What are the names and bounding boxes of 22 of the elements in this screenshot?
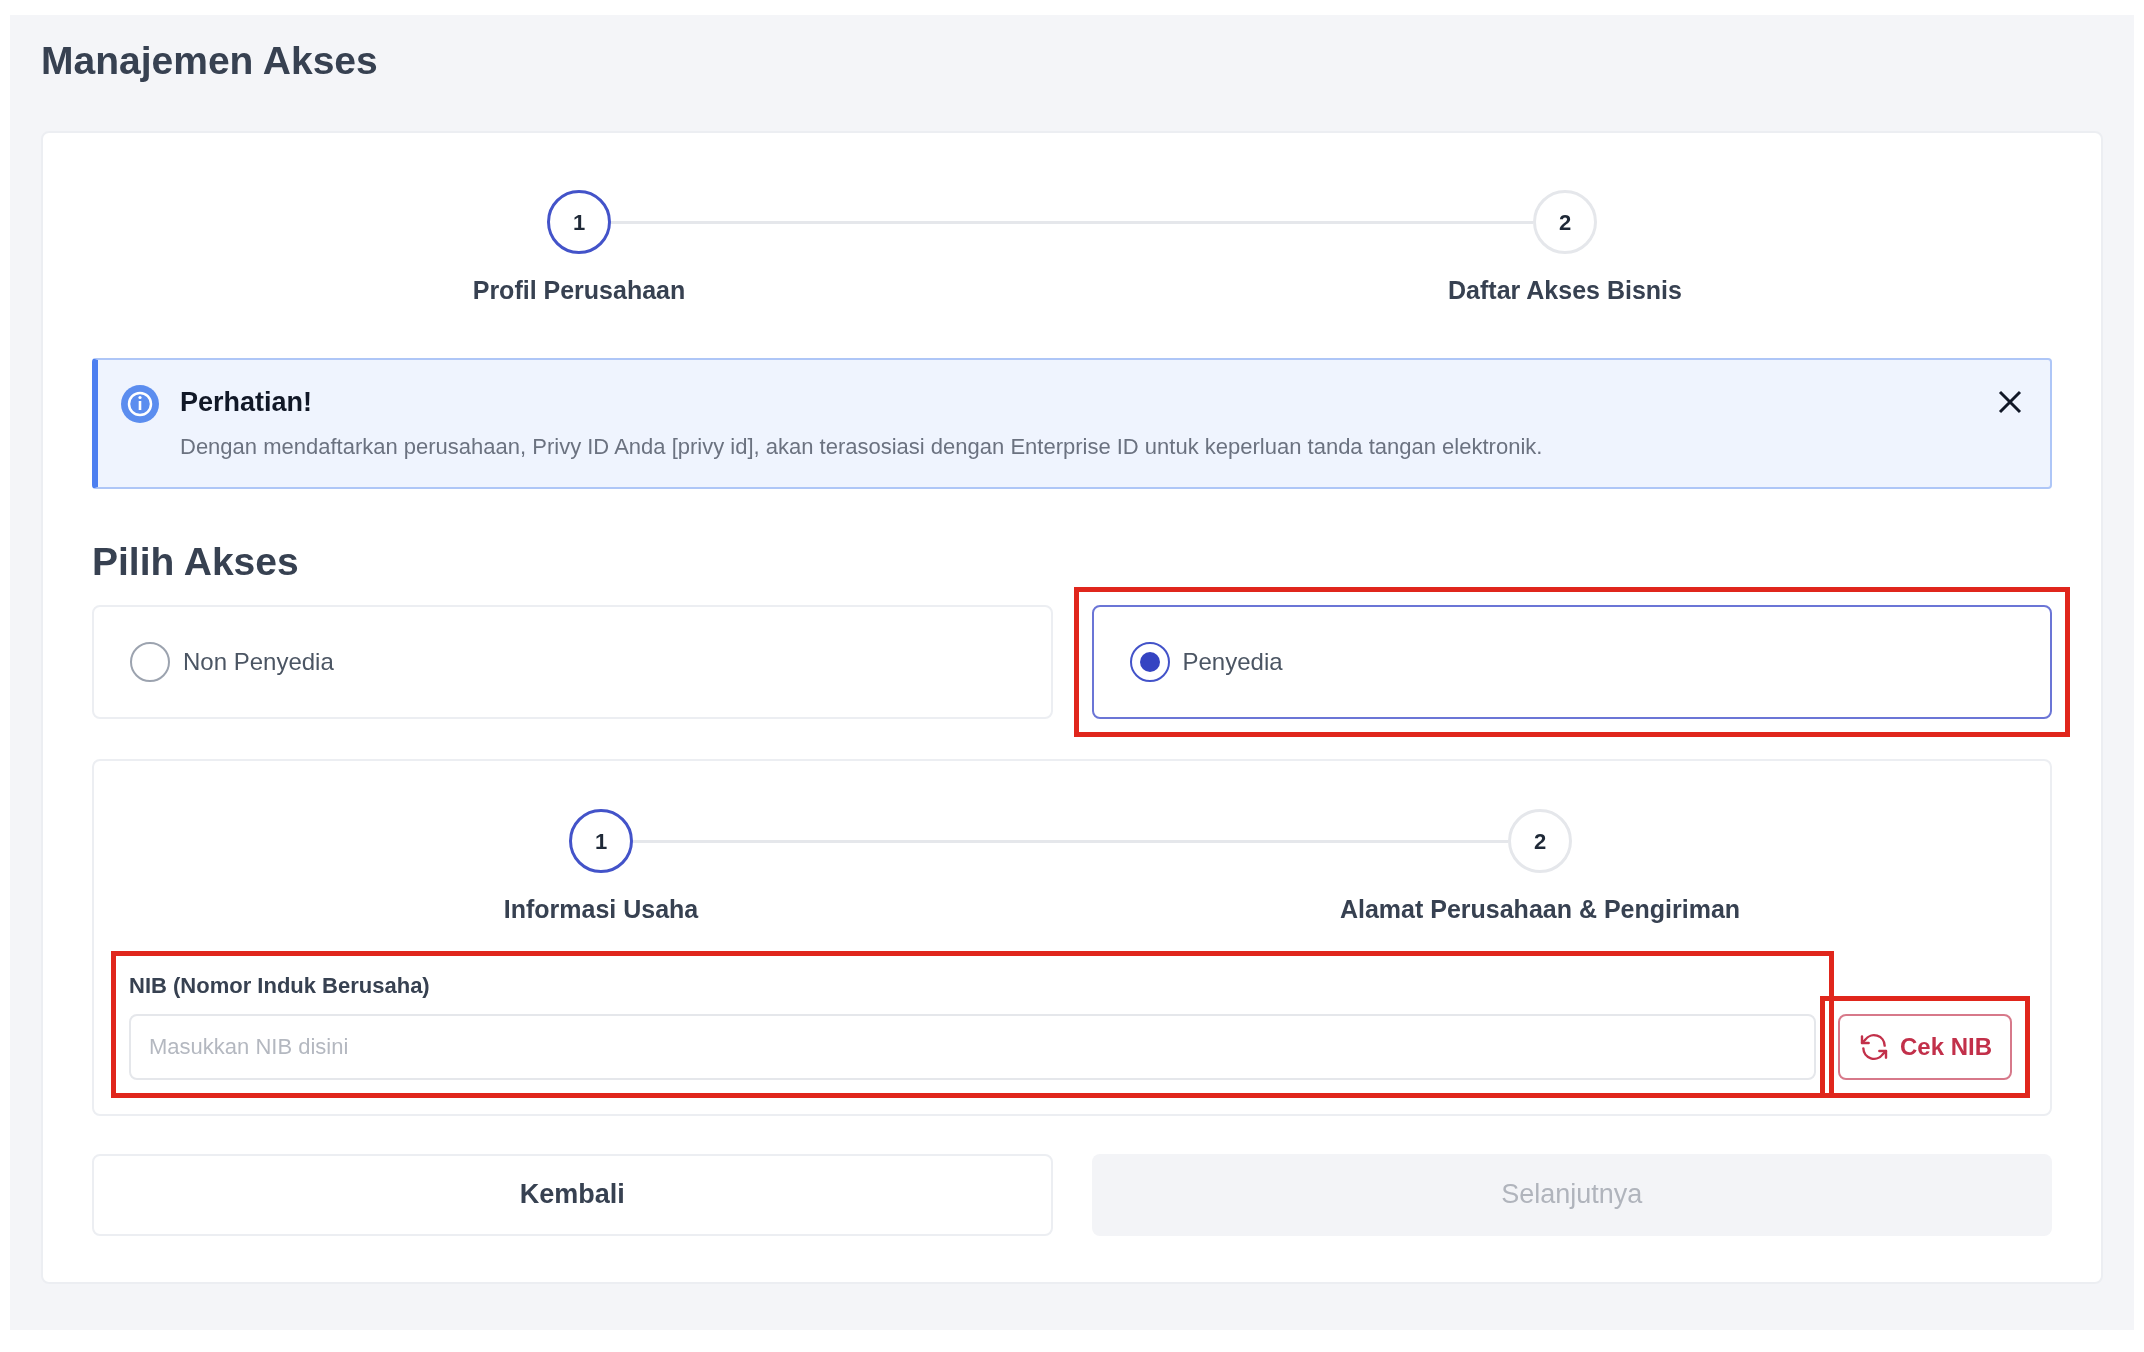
step-label: Alamat Perusahaan & Pengiriman (1339, 894, 1741, 925)
alert-title: Perhatian! (180, 385, 314, 419)
field-label: NIB (Nomor Induk Berusaha) (129, 971, 431, 1000)
step-number: 2 (1508, 809, 1572, 873)
radio-option[interactable]: Penyedia (1091, 605, 2052, 719)
step-label: Profil Perusahaan (472, 275, 686, 306)
cek-nib-button[interactable]: Cek NIB (1837, 1013, 2012, 1080)
alert-message: Dengan mendaftarkan perusahaan, Privy ID Anda [privy id], akan terasosiasi dengan Enterprise ID untuk keperluan tanda tangan elektronik. (180, 432, 1544, 461)
step-number: 1 (547, 190, 611, 254)
action-button[interactable]: Kembali (92, 1153, 1053, 1236)
nib-input-field[interactable]: Masukkan NIB disini (129, 1013, 1816, 1080)
step-label: Daftar Akses Bisnis (1448, 275, 1682, 306)
radio-button[interactable] (1129, 642, 1170, 682)
close-icon (1997, 388, 2023, 415)
radio-button[interactable] (130, 642, 170, 682)
section-heading: Pilih Akses (92, 538, 300, 585)
step-label: Informasi Usaha (503, 894, 699, 925)
radio-option[interactable]: Non Penyedia (92, 605, 1053, 719)
step-number: 2 (1533, 190, 1597, 254)
info-icon (120, 383, 160, 424)
page-title: Manajemen Akses (41, 39, 379, 83)
step-number: 1 (569, 809, 633, 873)
